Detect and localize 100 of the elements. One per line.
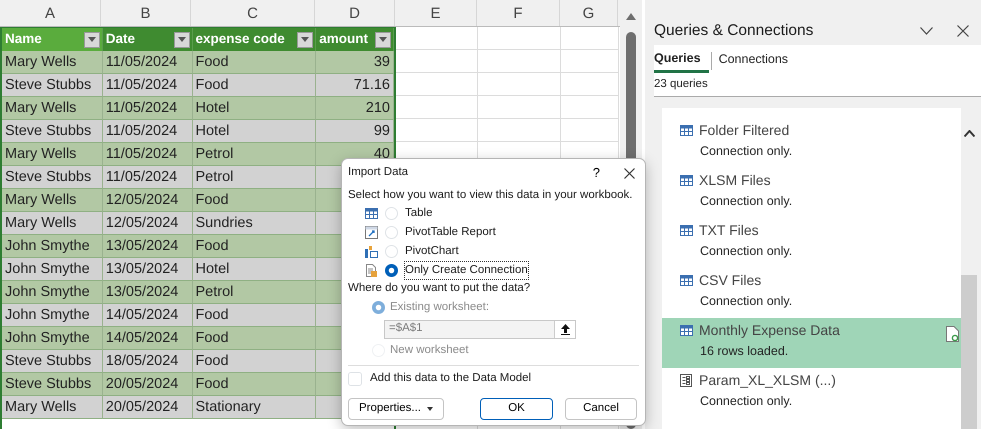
option-label[interactable]: Table [405,205,432,222]
table-cell: 14/05/2024 [102,327,193,350]
table-cell: Mary Wells [2,97,103,120]
query-item[interactable]: Param_XL_XLSM (...) Connection only. [662,368,961,418]
table-cell: Petrol [192,281,316,304]
empty-cell [561,73,619,96]
option-label[interactable]: PivotTable Report [405,224,496,242]
table-cell: Mary Wells [2,189,103,212]
tab[interactable]: Queries [654,49,709,73]
table-cell: 11/05/2024 [102,166,193,189]
table-cell: 12/05/2024 [102,212,193,235]
column-header[interactable]: B [101,0,191,26]
table-cell: Steve Stubbs [2,74,103,97]
column-heading: amount [319,30,368,48]
scrollbar-thumb[interactable] [961,275,977,429]
table-cell: 11/05/2024 [102,74,193,97]
refresh-document-icon[interactable] [946,326,959,342]
query-item[interactable]: CSV Files Connection only. [662,268,961,318]
query-name: XLSM Files [699,171,771,190]
filter-button[interactable] [297,32,314,48]
cancel-button[interactable]: Cancel [565,398,637,420]
table-icon [365,207,378,220]
column-header[interactable]: D [315,0,395,26]
table-cell: Petrol [192,143,316,166]
table-cell: Petrol [192,166,316,189]
column-header[interactable]: G [560,0,618,26]
properties-button[interactable]: Properties... [348,398,444,420]
option-label[interactable]: Only Create Connection [405,262,528,280]
empty-cell [561,96,619,119]
caret-icon [88,37,96,42]
table-cell: Steve Stubbs [2,120,103,143]
table-cell: 20/05/2024 [102,373,193,396]
pivot-table-icon [365,226,378,240]
table-cell: Sundries [192,212,316,235]
table-cell: 12/05/2024 [102,189,193,212]
column-header[interactable]: E [395,0,477,26]
query-status: Connection only. [700,193,794,210]
document-icon [365,264,378,278]
table-cell: Hotel [192,97,316,120]
table-cell: 13/05/2024 [102,235,193,258]
column-heading: Date [106,30,136,48]
column-header[interactable]: A [0,0,101,26]
column-header[interactable]: F [477,0,560,26]
table-cell: 39 [316,51,394,74]
radio-button[interactable] [385,264,398,278]
query-name: Folder Filtered [699,121,790,140]
table-cell: Food [192,304,316,327]
checkbox[interactable] [348,372,362,386]
query-status: Connection only. [700,243,794,260]
table-cell: 14/05/2024 [102,304,193,327]
table-cell: Steve Stubbs [2,373,103,396]
table-cell: Food [192,373,316,396]
table-cell: 210 [316,97,394,120]
table-cell: Mary Wells [2,143,103,166]
query-name: Param_XL_XLSM (...) [699,371,836,390]
table-icon [680,224,693,236]
table-cell: Stationary [192,396,316,419]
query-status: Connection only. [700,293,794,310]
column-heading: expense code [196,30,285,48]
filter-button[interactable] [375,32,392,48]
table-cell: 11/05/2024 [102,120,193,143]
table-cell: John Smythe [2,304,103,327]
help-button[interactable]: ? [588,163,604,183]
query-name: CSV Files [699,271,762,290]
query-status: Connection only. [700,393,794,410]
panel-title: Queries & Connections [654,20,814,41]
checkbox-label[interactable]: Add this data to the Data Model [370,370,532,388]
pivot-chart-icon [365,245,378,258]
table-cell: Hotel [192,258,316,281]
table-icon [680,274,693,286]
table-cell: 20/05/2024 [102,396,193,419]
close-icon [957,25,969,38]
table-cell: Food [192,350,316,373]
table-cell: Food [192,189,316,212]
triangle-icon [626,13,636,20]
parameter-icon [680,374,693,386]
empty-cell [561,50,619,73]
query-item[interactable]: Monthly Expense Data 16 rows loaded. [662,318,961,368]
table-cell: Food [192,74,316,97]
table-cell: Mary Wells [2,396,103,419]
table-cell: Steve Stubbs [2,350,103,373]
table-cell: 99 [316,120,394,143]
tab[interactable]: Connections [718,50,796,72]
table-cell: Mary Wells [2,212,103,235]
column-header[interactable]: C [191,0,315,26]
option-label[interactable]: PivotChart [405,243,459,260]
ok-button[interactable]: OK [480,398,553,420]
query-item[interactable]: XLSM Files Connection only. [662,168,961,218]
filter-button[interactable] [84,32,100,48]
collapse-button[interactable] [554,320,575,338]
table-cell: Steve Stubbs [2,166,103,189]
table-cell: 13/05/2024 [102,281,193,304]
caret-icon [301,37,310,42]
table-cell: 11/05/2024 [102,143,193,166]
query-item[interactable]: TXT Files Connection only. [662,218,961,268]
filter-button[interactable] [174,32,190,48]
query-item[interactable]: Folder Filtered Connection only. [662,118,961,168]
caret-icon [178,37,186,42]
table-cell: Food [192,327,316,350]
table-cell: John Smythe [2,281,103,304]
